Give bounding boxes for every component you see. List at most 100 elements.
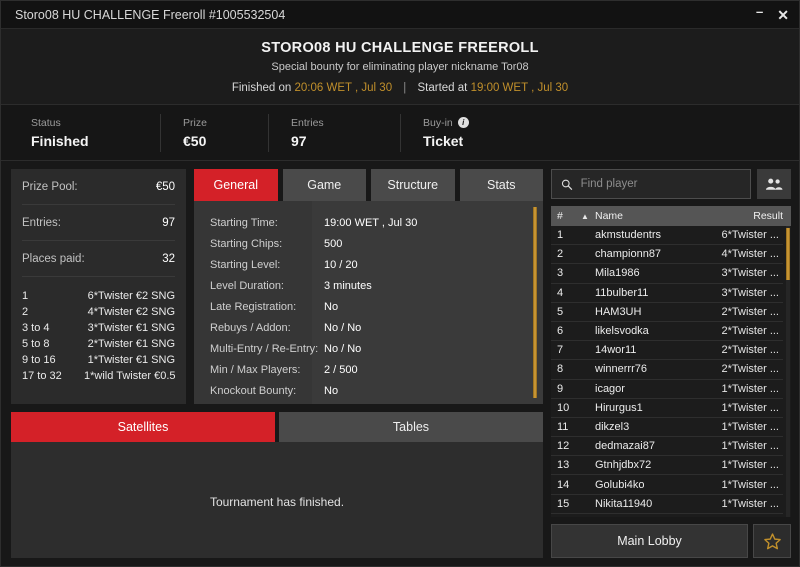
player-result: 2*Twister ... [721,344,779,357]
sort-ascending-icon[interactable]: ▲ [581,212,595,221]
search-icon [561,179,573,190]
table-row[interactable]: 7 14wor11 2*Twister ... [551,341,783,361]
column-header-name[interactable]: Name [595,210,699,222]
main-lobby-button[interactable]: Main Lobby [551,524,748,558]
stat-prize-value: €50 [183,132,207,149]
table-row[interactable]: 8 winnerrr76 2*Twister ... [551,360,783,380]
player-name: winnerrr76 [595,363,647,376]
player-list-header: # ▲ Name Result [551,206,791,226]
table-row[interactable]: 15 Nikita11940 1*Twister ... [551,495,783,514]
player-rank: 2 [557,248,564,261]
stat-buyin-value: Ticket [423,132,464,149]
table-row[interactable]: 12 dedmazai87 1*Twister ... [551,437,783,457]
started-time: 19:00 WET , Jul 30 [470,82,569,94]
people-icon [765,178,783,190]
player-result: 1*Twister ... [721,497,779,510]
payout-row: 5 to 8 2*Twister €1 SNG [22,336,175,352]
general-key: Multi-Entry / Re-Entry: [210,343,319,355]
entries-value: 97 [162,217,175,229]
payout-row: 9 to 16 1*Twister €1 SNG [22,352,175,368]
player-name: Nikita11940 [595,497,653,510]
general-key: Starting Time: [210,217,278,229]
search-input[interactable] [580,178,741,190]
payout-prize: 1*Twister €1 SNG [87,354,175,366]
favourite-button[interactable] [753,524,791,558]
places-paid-row: Places paid: 32 [22,241,175,277]
table-row[interactable]: 14 Golubi4ko 1*Twister ... [551,475,783,495]
table-row[interactable]: 6 likelsvodka 2*Twister ... [551,322,783,342]
player-rank: 14 [557,478,570,491]
search-box[interactable] [551,169,751,199]
player-result: 1*Twister ... [721,459,779,472]
player-name: Mila1986 [595,267,640,280]
close-icon[interactable]: ✕ [777,8,789,22]
general-value: 3 minutes [324,280,372,292]
stat-buyin: Buy-in i Ticket [423,114,517,152]
player-list-scrollbar-thumb[interactable] [786,228,790,280]
player-rank: 13 [557,459,570,472]
entries-label: Entries: [22,217,61,229]
table-row[interactable]: 4 11bulber11 3*Twister ... [551,284,783,303]
tab-general[interactable]: General [194,169,278,201]
lobby-actions-row: Main Lobby [551,524,791,558]
tournament-finished-message: Tournament has finished. [209,495,345,509]
general-values-column: 19:00 WET , Jul 30 500 10 / 20 3 minutes… [312,201,543,404]
tab-tables[interactable]: Tables [279,412,543,442]
top-row: Prize Pool: €50 Entries: 97 Places paid:… [11,169,543,404]
tab-game[interactable]: Game [282,169,366,201]
column-header-result[interactable]: Result [699,210,783,222]
general-scrollbar-thumb[interactable] [533,207,537,398]
player-rank: 5 [557,305,564,318]
finished-label: Finished on [231,82,292,94]
table-row[interactable]: 9 icagor 1*Twister ... [551,380,783,399]
table-row[interactable]: 1 akmstudentrs 6*Twister ... [551,226,783,246]
table-row[interactable]: 11 dikzel3 1*Twister ... [551,418,783,438]
info-icon[interactable]: i [457,117,469,128]
players-filter-button[interactable] [757,169,791,199]
stat-buyin-label-text: Buy-in [423,116,453,129]
player-rank: 12 [557,440,570,453]
tab-stats[interactable]: Stats [459,169,543,201]
tab-structure[interactable]: Structure [371,169,455,201]
prize-pool-panel: Prize Pool: €50 Entries: 97 Places paid:… [11,169,186,404]
left-column: Prize Pool: €50 Entries: 97 Places paid:… [11,169,543,558]
stat-entries: Entries 97 [291,113,401,152]
player-rank: 3 [557,267,564,280]
player-list-rows: 1 akmstudentrs 6*Twister ... 2 championn… [551,226,791,517]
payout-prize: 1*wild Twister €0.5 [84,370,176,382]
general-value: No [324,301,339,313]
info-tab-panel: General Game Structure Stats Starting Ti… [194,169,543,404]
prize-pool-row: Prize Pool: €50 [22,169,175,205]
finished-time: 20:06 WET , Jul 30 [294,82,393,94]
player-result: 1*Twister ... [721,382,779,395]
stat-status-label: Status [31,116,61,129]
player-name: 11bulber11 [595,286,649,299]
payout-row: 17 to 32 1*wild Twister €0.5 [22,368,176,384]
table-row[interactable]: 2 championn87 4*Twister ... [551,245,783,265]
payout-place: 1 [22,290,29,302]
page-title: STORO08 HU CHALLENGE FREEROLL [261,40,539,56]
minimize-icon[interactable]: – [756,5,763,18]
prize-pool-value: €50 [155,181,175,193]
table-row[interactable]: 3 Mila1986 3*Twister ... [551,264,783,284]
satellites-section: Satellites Tables Tournament has finishe… [11,412,543,558]
table-row[interactable]: 13 Gtnhjdbx72 1*Twister ... [551,456,783,476]
main-body: Prize Pool: €50 Entries: 97 Places paid:… [1,161,799,566]
table-row[interactable]: 10 Hirurgus1 1*Twister ... [551,399,783,418]
stat-entries-label: Entries [291,116,324,129]
tab-satellites[interactable]: Satellites [11,412,275,442]
player-result: 3*Twister ... [721,286,779,299]
player-result: 2*Twister ... [721,363,779,376]
table-row[interactable]: 5 HAM3UH 2*Twister ... [551,303,783,322]
player-result: 1*Twister ... [721,401,779,414]
tab-bar: General Game Structure Stats [194,169,543,201]
player-rank: 1 [557,229,564,242]
general-value: No / No [324,343,362,355]
stat-buyin-label: Buy-in i [423,117,495,129]
player-rank: 7 [557,344,564,357]
general-value: No [324,385,339,397]
player-name: icagor [595,382,625,395]
column-header-num[interactable]: # [557,210,581,222]
general-scrollbar[interactable] [533,207,537,398]
star-icon [763,532,781,549]
